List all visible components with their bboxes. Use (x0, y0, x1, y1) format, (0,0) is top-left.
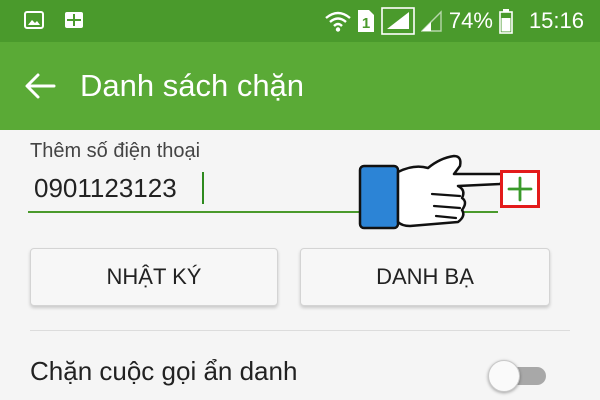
status-bar-right: 1 74% 15:16 (325, 6, 584, 36)
text-cursor (202, 172, 204, 204)
toggle-thumb (488, 360, 520, 392)
arrow-left-icon[interactable] (24, 72, 56, 100)
image-icon (24, 11, 44, 29)
block-unknown-toggle[interactable] (488, 358, 550, 392)
contacts-button[interactable]: DANH BẠ (300, 248, 550, 306)
page-title: Danh sách chặn (80, 68, 305, 103)
battery-percent: 74% (448, 8, 493, 33)
clock: 15:16 (528, 8, 584, 33)
sim-icon: 1 (357, 10, 374, 32)
add-number-button[interactable] (500, 170, 540, 208)
grid-app-icon (65, 12, 83, 28)
divider (30, 330, 570, 331)
block-unknown-label: Chặn cuộc gọi ẩn danh (30, 356, 298, 386)
app-toolbar: Danh sách chặn (0, 42, 600, 130)
call-log-button[interactable]: NHẬT KÝ (30, 248, 278, 306)
sim-slot-label: 1 (362, 15, 370, 32)
signal-icon (381, 7, 415, 35)
plus-icon (507, 176, 533, 202)
phone-field-label: Thêm số điện thoại (30, 140, 201, 162)
signal-weak-icon (420, 10, 442, 32)
phone-number-input[interactable] (30, 168, 360, 208)
status-bar-left-icons (24, 10, 84, 30)
main-content: Thêm số điện thoại NHẬT KÝ DANH BẠ Chặn … (0, 130, 600, 400)
status-bar: 1 74% 15:16 (0, 0, 600, 42)
battery-icon (499, 9, 513, 34)
wifi-icon (325, 11, 351, 32)
pointing-hand-icon (358, 154, 506, 230)
